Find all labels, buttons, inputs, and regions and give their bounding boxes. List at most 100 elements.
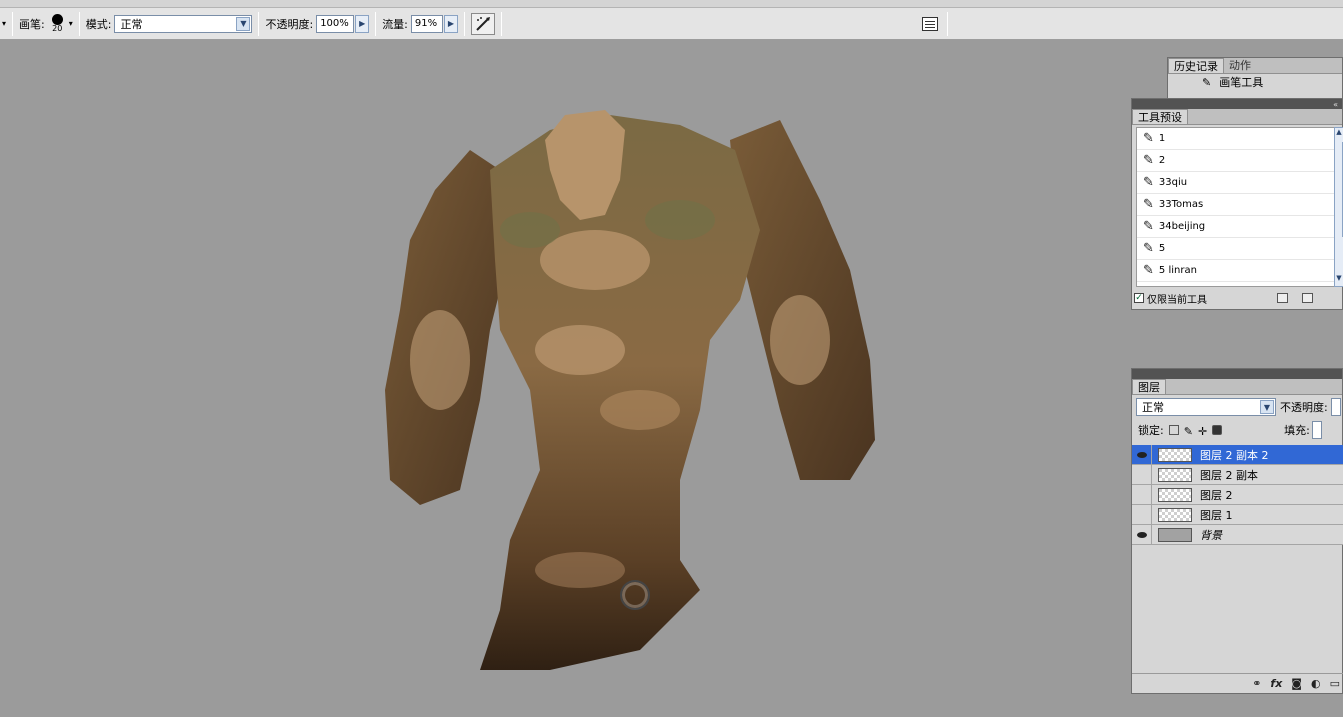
preset-label: 1	[1158, 133, 1166, 144]
layers-panel: 图层 正常 ▼ 不透明度: 锁定: ✎ ✛ 填充: 图层 2 副本 2 图层 2…	[1131, 368, 1343, 694]
separator	[12, 11, 14, 36]
presets-tabs: 工具预设	[1132, 109, 1342, 125]
scroll-up-icon[interactable]: ▲	[1335, 128, 1343, 140]
mask-icon[interactable]: ◙	[1291, 677, 1302, 690]
visibility-toggle[interactable]	[1132, 504, 1152, 525]
layer-name: 图层 2 副本	[1200, 468, 1258, 482]
chevron-down-icon[interactable]: ▼	[1260, 400, 1274, 414]
eye-icon[interactable]	[1132, 524, 1152, 545]
panel-header: «	[1132, 99, 1342, 109]
scroll-down-icon[interactable]: ▼	[1335, 274, 1343, 286]
current-tool-only-label: 仅限当前工具	[1147, 294, 1207, 306]
mode-select[interactable]: 正常 ▼	[114, 14, 253, 33]
history-row-label: 画笔工具	[1219, 76, 1264, 89]
preset-list: ✎ 1 ✎ 2 ✎ 33qiu ✎ 33Tomas ✎ 34beijing ✎ 5 ✎ 5 l…	[1136, 127, 1336, 287]
fx-icon[interactable]: fx	[1270, 677, 1282, 690]
opacity-group: 不透明度: 100% ▶	[265, 8, 370, 40]
tab-history[interactable]: 历史记录	[1168, 58, 1224, 73]
current-tool-only-checkbox[interactable]: ✓	[1134, 293, 1144, 303]
flow-slider-button[interactable]: ▶	[443, 14, 458, 33]
flow-input[interactable]: 91%	[410, 14, 443, 33]
link-icon[interactable]: ⚭	[1252, 677, 1261, 690]
blend-mode-select[interactable]: 正常 ▼	[1136, 398, 1276, 416]
layer-thumbnail	[1158, 447, 1192, 462]
preset-label: 33Tomas	[1158, 199, 1204, 210]
tool-preset-dropdown-icon[interactable]: ▾	[2, 19, 6, 28]
blend-mode-value: 正常	[1142, 401, 1164, 414]
lock-all-icon[interactable]	[1212, 425, 1223, 435]
preset-item[interactable]: ✎ 34beijing	[1137, 216, 1335, 238]
airbrush-icon	[476, 16, 490, 31]
visibility-toggle[interactable]	[1132, 464, 1152, 485]
brush-icon: ✎	[1143, 153, 1154, 168]
mode-value: 正常	[120, 17, 143, 31]
layer-name: 背景	[1200, 528, 1222, 542]
layer-name: 图层 2 副本 2	[1200, 448, 1269, 462]
eye-pupil	[1136, 451, 1147, 458]
layer-thumbnail	[1158, 487, 1192, 502]
brush-cursor	[620, 580, 650, 610]
layers-tabs: 图层	[1132, 379, 1342, 395]
fill-input[interactable]	[1311, 421, 1322, 439]
layer-thumbnail	[1158, 527, 1192, 542]
preset-item[interactable]: ✎ 33qiu	[1137, 172, 1335, 194]
layer-row[interactable]: 图层 2 副本 2	[1132, 444, 1343, 465]
preset-item[interactable]: ✎ 33Tomas	[1137, 194, 1335, 216]
tab-layers[interactable]: 图层	[1132, 379, 1166, 394]
brush-size: 20	[52, 24, 63, 33]
layer-options: 正常 ▼ 不透明度:	[1132, 395, 1342, 419]
layer-thumbnail	[1158, 507, 1192, 522]
tab-tool-presets[interactable]: 工具预设	[1132, 109, 1188, 124]
airbrush-toggle[interactable]	[470, 12, 495, 35]
lock-row: 锁定: ✎ ✛ 填充:	[1132, 419, 1342, 441]
brush-preview[interactable]: 20	[51, 14, 63, 33]
fill-label: 填充:	[1284, 424, 1310, 437]
trash-icon[interactable]	[1302, 293, 1313, 303]
layer-name: 图层 1	[1200, 508, 1233, 522]
panel-header	[1132, 369, 1342, 379]
opacity-slider-button[interactable]: ▶	[355, 14, 370, 33]
preset-item[interactable]: ✎ 2	[1137, 150, 1335, 172]
new-preset-icon[interactable]	[1277, 293, 1288, 303]
layer-row[interactable]: 背景	[1132, 524, 1343, 545]
lock-transparent-icon[interactable]	[1168, 425, 1179, 435]
brush-picker[interactable]: 画笔: 20 ▾	[19, 8, 73, 40]
layer-row[interactable]: 图层 2 副本	[1132, 464, 1343, 485]
preset-item[interactable]: ✎ 5 linran	[1137, 260, 1335, 282]
eye-pupil	[1136, 531, 1147, 538]
separator	[947, 12, 948, 36]
preset-item[interactable]: ✎ 1	[1137, 128, 1335, 150]
preset-scrollbar[interactable]: ▲ ▼	[1334, 127, 1343, 287]
separator	[258, 11, 260, 36]
brush-icon: ✎	[1143, 175, 1154, 190]
chevron-down-icon[interactable]: ▼	[236, 16, 251, 31]
adjustment-icon[interactable]: ◐	[1311, 677, 1321, 690]
flow-label: 流量:	[382, 17, 408, 31]
tab-actions[interactable]: 动作	[1224, 58, 1256, 73]
folder-icon[interactable]: ▭	[1330, 677, 1340, 690]
visibility-toggle[interactable]	[1132, 484, 1152, 505]
tool-presets-panel: « 工具预设 ✎ 1 ✎ 2 ✎ 33qiu ✎ 33Tomas ✎ 34beijing …	[1131, 98, 1343, 310]
lock-image-icon[interactable]: ✎	[1184, 425, 1193, 438]
layer-opacity-input[interactable]	[1330, 398, 1341, 416]
brush-dropdown-icon[interactable]: ▾	[69, 19, 73, 28]
preset-item[interactable]: ✎ 5	[1137, 238, 1335, 260]
brush-icon: ✎	[1143, 197, 1154, 212]
brush-icon: ✎	[1143, 131, 1154, 146]
palette-well-icon[interactable]	[922, 17, 938, 31]
brush-icon: ✎	[1202, 75, 1212, 89]
opacity-input[interactable]: 100%	[316, 14, 355, 33]
layer-opacity-label: 不透明度:	[1280, 401, 1328, 414]
history-tabs: 历史记录 动作	[1168, 58, 1342, 74]
brush-icon: ✎	[1143, 241, 1154, 256]
separator	[500, 11, 502, 36]
layer-row[interactable]: 图层 1	[1132, 504, 1343, 525]
lock-label: 锁定:	[1138, 424, 1164, 437]
preset-label: 33qiu	[1158, 177, 1188, 188]
history-row[interactable]: ✎ 画笔工具	[1168, 74, 1342, 90]
eye-icon[interactable]	[1132, 444, 1152, 465]
brush-icon: ✎	[1143, 263, 1154, 278]
collapse-icon[interactable]: «	[1333, 100, 1338, 109]
layer-row[interactable]: 图层 2	[1132, 484, 1343, 505]
lock-position-icon[interactable]: ✛	[1198, 425, 1207, 438]
